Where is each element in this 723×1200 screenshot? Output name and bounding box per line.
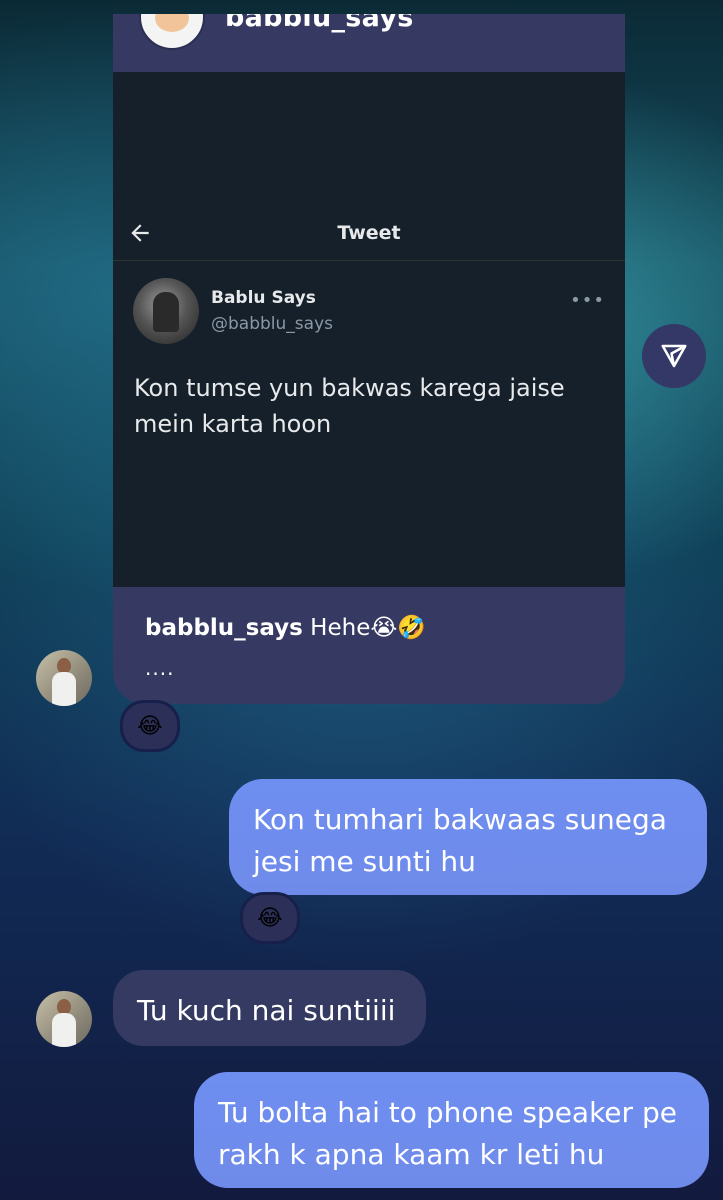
contact-avatar[interactable] xyxy=(36,650,92,706)
caption-username: babblu_says xyxy=(145,615,303,641)
tweet-screenshot: Tweet Bablu Says @babblu_says ••• Kon tu… xyxy=(113,72,625,587)
message-bubble-incoming[interactable]: Tu kuch nai suntiiii xyxy=(113,970,426,1046)
divider xyxy=(113,260,625,261)
share-button[interactable] xyxy=(642,324,706,388)
tweet-author-handle: @babblu_says xyxy=(211,314,333,334)
send-icon xyxy=(661,344,687,368)
tweet-screen-title: Tweet xyxy=(337,222,401,244)
reaction-badge[interactable]: 😂 xyxy=(240,892,300,944)
shared-post-card[interactable]: babblu_says Tweet Bablu Says @babblu_say… xyxy=(113,14,625,704)
tweet-text: Kon tumse yun bakwas karega jaise mein k… xyxy=(134,374,565,438)
reaction-badge[interactable]: 😂 xyxy=(120,700,180,752)
tweet-author-name: Bablu Says xyxy=(211,288,316,308)
caption-text: Hehe😭🤣 xyxy=(310,615,426,641)
message-text: Tu kuch nai suntiiii xyxy=(137,994,396,1027)
sharer-username[interactable]: babblu_says xyxy=(225,14,414,33)
sharer-avatar[interactable] xyxy=(139,14,205,50)
message-text: Kon tumhari bakwaas sunega jesi me sunti… xyxy=(253,803,667,878)
tweet-author-avatar xyxy=(133,278,199,344)
message-bubble-outgoing[interactable]: Tu bolta hai to phone speaker pe rakh k … xyxy=(194,1072,709,1188)
contact-avatar[interactable] xyxy=(36,991,92,1047)
more-options-icon: ••• xyxy=(570,290,605,311)
post-caption: babblu_says Hehe😭🤣 xyxy=(145,614,426,641)
caption-more[interactable]: .... xyxy=(145,656,174,680)
message-text: Tu bolta hai to phone speaker pe rakh k … xyxy=(218,1096,677,1171)
shared-post-header[interactable]: babblu_says xyxy=(113,14,625,72)
message-bubble-outgoing[interactable]: Kon tumhari bakwaas sunega jesi me sunti… xyxy=(229,779,707,895)
